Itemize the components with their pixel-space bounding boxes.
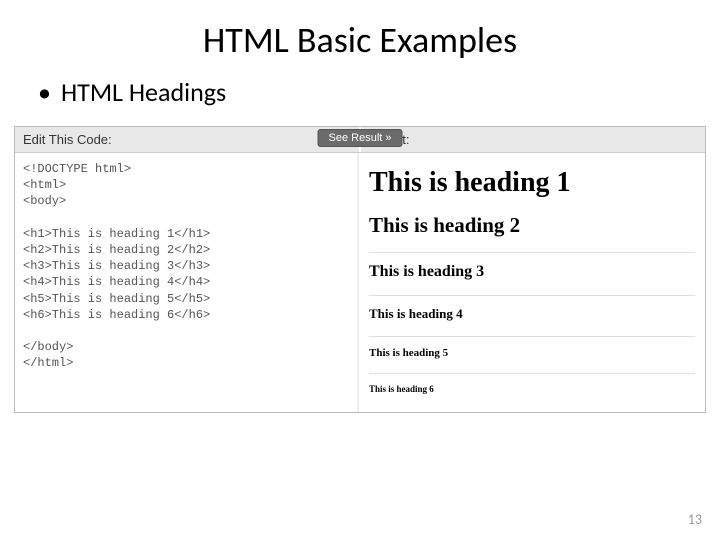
bullet-item: • HTML Headings: [0, 76, 720, 108]
result-h6: This is heading 6: [369, 384, 695, 394]
see-result-button[interactable]: See Result »: [318, 129, 403, 147]
example-header: Edit This Code: See Result » Result:: [15, 127, 705, 153]
result-h5: This is heading 5: [369, 347, 695, 359]
example-container: Edit This Code: See Result » Result: <!D…: [14, 126, 706, 413]
bullet-text: HTML Headings: [61, 76, 226, 108]
result-h3: This is heading 3: [369, 263, 695, 281]
divider: [369, 373, 695, 374]
divider: [369, 295, 695, 296]
bullet-icon: •: [38, 76, 51, 108]
divider: [369, 252, 695, 253]
result-h2: This is heading 2: [369, 213, 695, 238]
edit-code-label: Edit This Code:: [15, 127, 359, 152]
page-number: 13: [688, 511, 702, 528]
result-h4: This is heading 4: [369, 306, 695, 322]
divider: [369, 336, 695, 337]
result-label: Result:: [359, 127, 705, 152]
example-panes: <!DOCTYPE html> <html> <body> <h1>This i…: [15, 153, 705, 412]
result-preview: This is heading 1 This is heading 2 This…: [359, 153, 705, 412]
code-editor[interactable]: <!DOCTYPE html> <html> <body> <h1>This i…: [15, 153, 359, 412]
slide-title: HTML Basic Examples: [0, 0, 720, 76]
result-h1: This is heading 1: [369, 167, 695, 199]
